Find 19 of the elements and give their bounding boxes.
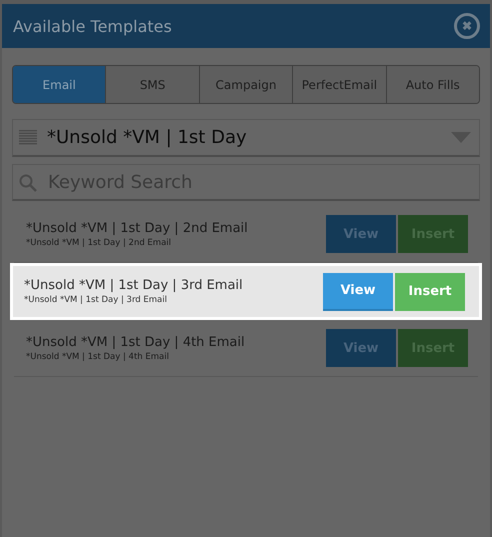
tab[interactable]: SMS — [105, 66, 199, 103]
window-title: Available Templates — [13, 16, 172, 36]
search-icon — [19, 174, 37, 192]
insert-button[interactable]: Insert — [395, 272, 465, 310]
template-group-dropdown[interactable]: *Unsold *VM | 1st Day — [12, 119, 480, 157]
template-title: *Unsold *VM | 1st Day | 4th Email — [26, 334, 246, 350]
close-button[interactable]: ✖ — [454, 13, 480, 39]
tab[interactable]: Email — [13, 66, 106, 103]
template-subtitle: *Unsold *VM | 1st Day | 2nd Email — [26, 238, 172, 248]
tab[interactable]: Campaign — [198, 66, 292, 103]
template-row[interactable]: *Unsold *VM | 1st Day | 3rd Email *Unsold *VM | 1st Day | 3rd Email View Insert — [10, 263, 482, 320]
view-button[interactable]: View — [323, 272, 393, 310]
template-title: *Unsold *VM | 1st Day | 2nd Email — [26, 220, 249, 236]
list-icon — [19, 130, 37, 146]
tab[interactable]: Auto Fills — [386, 66, 479, 103]
template-title: *Unsold *VM | 1st Day | 3rd Email — [24, 278, 244, 293]
template-subtitle: *Unsold *VM | 1st Day | 4th Email — [26, 352, 170, 362]
tab[interactable]: PerfectEmail — [292, 66, 386, 103]
template-subtitle: *Unsold *VM | 1st Day | 3rd Email — [24, 295, 168, 305]
